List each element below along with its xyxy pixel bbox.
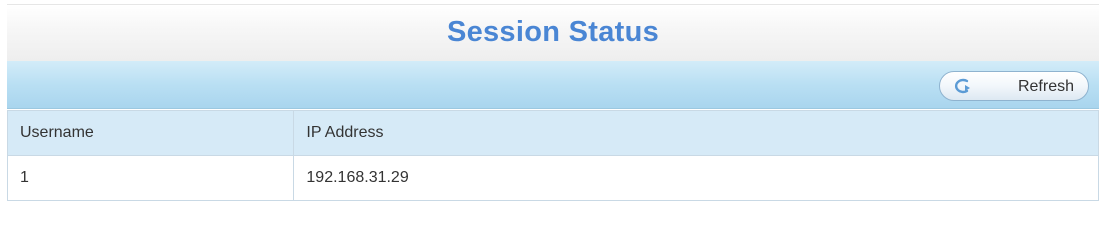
session-status-panel: Session Status Refresh Username IP Addre… (6, 4, 1099, 214)
cell-ip-address: 192.168.31.29 (293, 155, 1099, 201)
refresh-button[interactable]: Refresh (939, 71, 1089, 101)
title-bar: Session Status (7, 4, 1099, 61)
cell-username: 1 (6, 155, 295, 201)
toolbar: Refresh (7, 61, 1099, 109)
table-header-row: Username IP Address (6, 110, 1099, 156)
column-header-ip-address: IP Address (293, 110, 1099, 156)
refresh-button-label: Refresh (1017, 78, 1074, 95)
column-header-username: Username (6, 110, 295, 156)
refresh-icon (950, 77, 972, 95)
page-title: Session Status (446, 16, 660, 48)
table-row: 1 192.168.31.29 (6, 155, 1099, 201)
session-table: Username IP Address 1 192.168.31.29 (6, 110, 1099, 201)
